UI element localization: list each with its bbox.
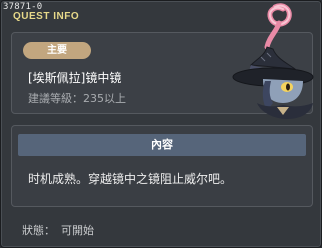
quest-info-window: 37871-0 QUEST INFO 主要 [埃斯佩拉]镜中镜 建議等級：235… — [0, 0, 322, 248]
content-header: 內容 — [18, 134, 306, 156]
quest-content-panel: 內容 时机成熟。穿越镜中之镜阻止威尔吧。 — [11, 125, 313, 207]
hat-swirl-icon — [264, 3, 292, 50]
quest-name: [埃斯佩拉]镜中镜 — [28, 71, 122, 85]
window-title: QUEST INFO — [13, 11, 80, 22]
quest-status: 狀態： 可開始 — [22, 222, 94, 238]
quest-level-requirement: 建議等級：235以上 — [28, 92, 126, 105]
npc-portrait — [232, 3, 314, 119]
status-label: 狀態： — [22, 224, 55, 237]
content-text: 时机成熟。穿越镜中之镜阻止威尔吧。 — [28, 172, 233, 186]
quest-category-badge: 主要 — [23, 42, 91, 59]
status-value: 可開始 — [61, 224, 94, 237]
